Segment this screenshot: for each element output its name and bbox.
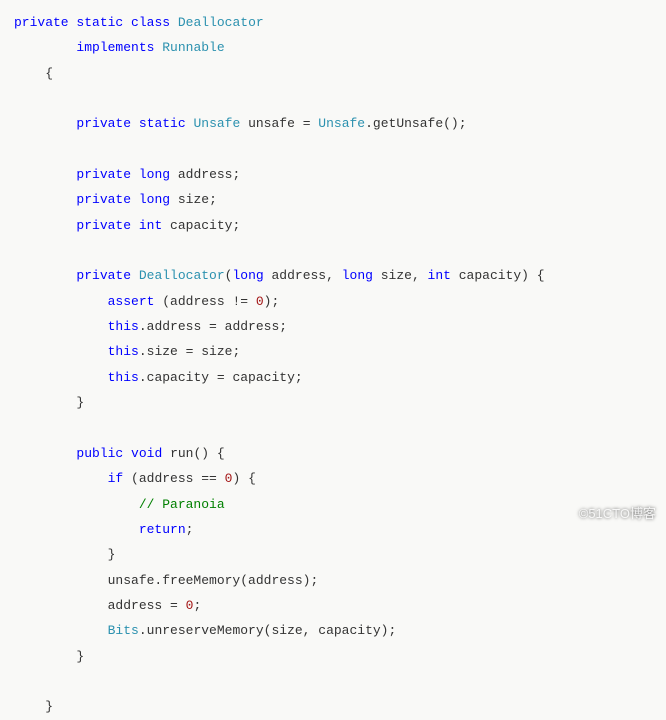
code-token: void bbox=[131, 446, 162, 461]
code-token: return bbox=[139, 522, 186, 537]
code-token: 0 bbox=[256, 294, 264, 309]
code-token bbox=[123, 446, 131, 461]
code-token bbox=[131, 192, 139, 207]
code-token bbox=[170, 15, 178, 30]
code-block: private static class Deallocator impleme… bbox=[14, 10, 652, 720]
code-token: private bbox=[14, 15, 69, 30]
code-token bbox=[14, 167, 76, 182]
code-token: size, bbox=[373, 268, 428, 283]
code-token bbox=[14, 268, 76, 283]
code-token: .capacity = capacity; bbox=[139, 370, 303, 385]
code-token: capacity) { bbox=[451, 268, 545, 283]
code-token bbox=[123, 15, 131, 30]
code-token: 0 bbox=[186, 598, 194, 613]
code-token: private bbox=[76, 192, 131, 207]
code-token: ) { bbox=[232, 471, 255, 486]
code-token: { bbox=[14, 66, 53, 81]
code-token: address = bbox=[14, 598, 186, 613]
code-token: int bbox=[139, 218, 162, 233]
code-token bbox=[131, 218, 139, 233]
code-token bbox=[14, 192, 76, 207]
code-token: ; bbox=[193, 598, 201, 613]
code-token bbox=[14, 116, 76, 131]
code-token: long bbox=[232, 268, 263, 283]
code-token bbox=[14, 218, 76, 233]
code-token: long bbox=[139, 167, 170, 182]
code-token bbox=[14, 471, 108, 486]
code-token bbox=[131, 167, 139, 182]
code-token: unsafe = bbox=[240, 116, 318, 131]
code-token: unsafe.freeMemory(address); bbox=[14, 573, 318, 588]
code-token: implements bbox=[76, 40, 154, 55]
watermark-text: ©51CTO博客 bbox=[579, 501, 656, 526]
code-token: static bbox=[76, 15, 123, 30]
code-token: int bbox=[428, 268, 451, 283]
code-token bbox=[131, 268, 139, 283]
code-token: run() { bbox=[162, 446, 224, 461]
code-token: class bbox=[131, 15, 170, 30]
code-token bbox=[14, 294, 108, 309]
code-token: public bbox=[76, 446, 123, 461]
code-token bbox=[14, 623, 108, 638]
code-token bbox=[131, 116, 139, 131]
code-token: Unsafe bbox=[318, 116, 365, 131]
code-token: private bbox=[76, 116, 131, 131]
code-token: capacity; bbox=[162, 218, 240, 233]
code-token: .size = size; bbox=[139, 344, 240, 359]
code-token: } bbox=[14, 547, 115, 562]
code-token: Unsafe bbox=[193, 116, 240, 131]
code-token: private bbox=[76, 167, 131, 182]
code-token: this bbox=[108, 370, 139, 385]
code-token: .getUnsafe(); bbox=[365, 116, 466, 131]
code-token: Deallocator bbox=[139, 268, 225, 283]
code-token: static bbox=[139, 116, 186, 131]
code-token: } bbox=[14, 649, 84, 664]
code-token: if bbox=[108, 471, 124, 486]
code-token: this bbox=[108, 319, 139, 334]
code-token: private bbox=[76, 268, 131, 283]
code-token: long bbox=[139, 192, 170, 207]
code-token bbox=[14, 446, 76, 461]
code-token: assert bbox=[108, 294, 155, 309]
code-token: // Paranoia bbox=[139, 497, 225, 512]
code-token: ); bbox=[264, 294, 280, 309]
code-token: .address = address; bbox=[139, 319, 287, 334]
code-token: Runnable bbox=[162, 40, 224, 55]
code-token: (address == bbox=[123, 471, 224, 486]
code-token: size; bbox=[170, 192, 217, 207]
code-token bbox=[14, 40, 76, 55]
code-token: address, bbox=[264, 268, 342, 283]
code-token: Bits bbox=[108, 623, 139, 638]
code-token: private bbox=[76, 218, 131, 233]
code-token: ; bbox=[186, 522, 194, 537]
code-token bbox=[14, 370, 108, 385]
code-token: } bbox=[14, 395, 84, 410]
code-token: (address != bbox=[154, 294, 255, 309]
code-token bbox=[14, 319, 108, 334]
code-token bbox=[14, 344, 108, 359]
code-token: long bbox=[342, 268, 373, 283]
code-token bbox=[14, 522, 139, 537]
code-token: this bbox=[108, 344, 139, 359]
code-token bbox=[14, 497, 139, 512]
code-token: address; bbox=[170, 167, 240, 182]
code-token: } bbox=[14, 699, 53, 714]
code-token: Deallocator bbox=[178, 15, 264, 30]
code-token: .unreserveMemory(size, capacity); bbox=[139, 623, 396, 638]
